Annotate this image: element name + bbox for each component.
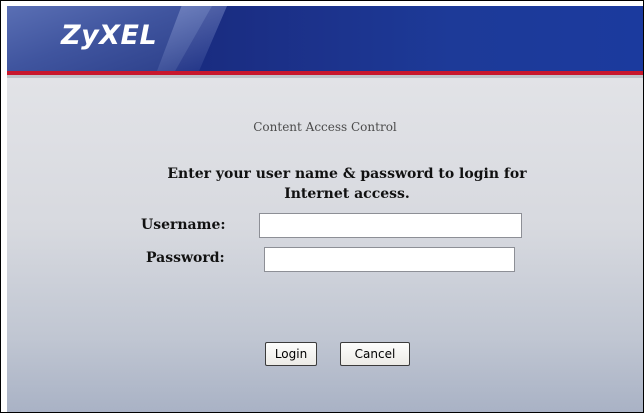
username-label: Username: (141, 217, 226, 233)
login-button[interactable]: Login (265, 342, 317, 366)
password-label: Password: (146, 250, 225, 266)
login-window: ZyXEL Content Access Control Enter your … (0, 0, 644, 413)
login-instructions: Enter your user name & password to login… (167, 166, 527, 202)
password-input[interactable] (264, 247, 515, 272)
zyxel-logo: ZyXEL (61, 20, 158, 51)
username-input[interactable] (259, 213, 522, 238)
page-subtitle: Content Access Control (253, 120, 397, 134)
login-panel: Content Access Control Enter your user n… (7, 78, 643, 412)
header-banner: ZyXEL (7, 6, 643, 71)
cancel-button[interactable]: Cancel (340, 342, 410, 366)
